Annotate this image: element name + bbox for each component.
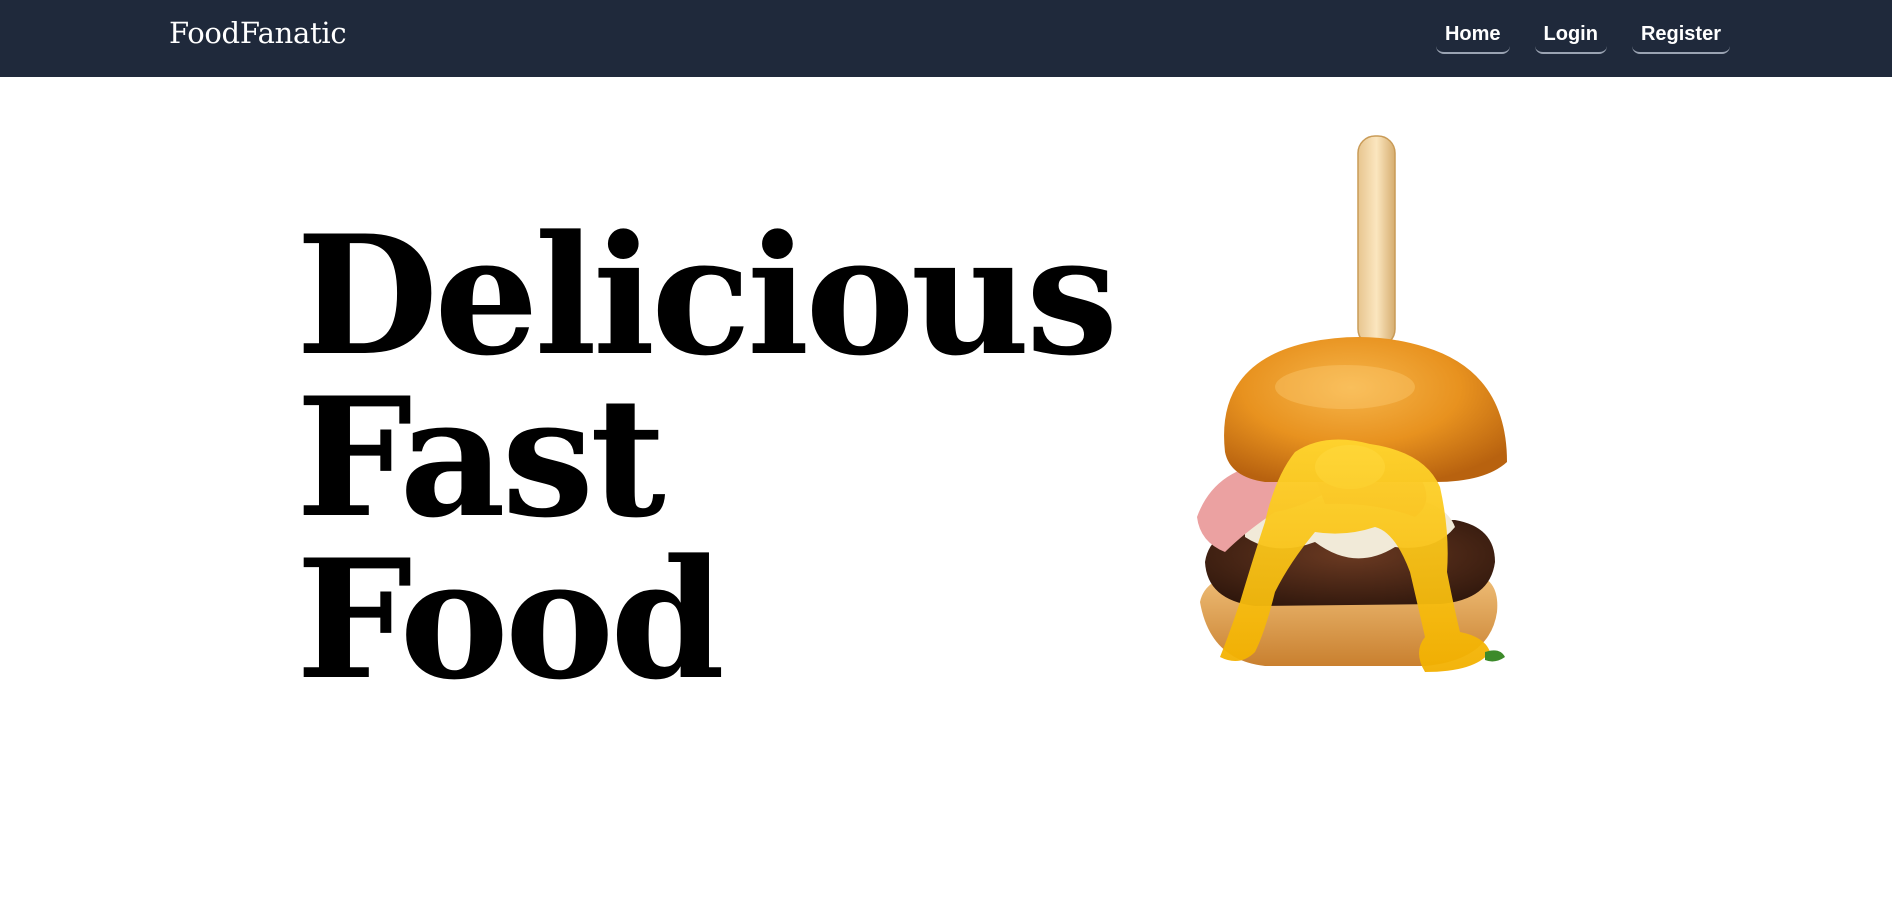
hero-title-line-3: Food — [296, 523, 725, 716]
nav-register-link[interactable]: Register — [1631, 18, 1730, 54]
burger-image — [1185, 132, 1535, 692]
brand-logo-text[interactable]: FoodFanatic — [169, 16, 347, 50]
nav-login-link[interactable]: Login — [1534, 18, 1607, 54]
hero-title: Delicious Fast Food — [296, 199, 1118, 716]
top-navbar: FoodFanatic Home Login Register — [0, 0, 1892, 77]
nav-links: Home Login Register — [1435, 18, 1730, 54]
hero-title-line-1: Delicious — [296, 199, 1118, 392]
nav-home-link[interactable]: Home — [1435, 18, 1510, 54]
hero-title-line-2: Fast — [296, 361, 666, 554]
